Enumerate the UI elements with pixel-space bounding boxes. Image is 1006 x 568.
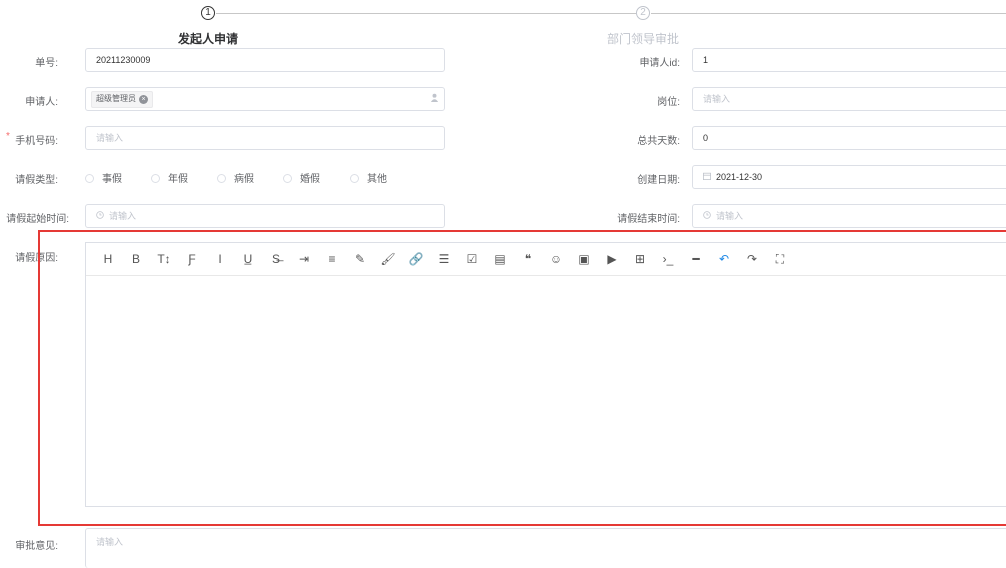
radio-label: 其他 — [367, 174, 387, 185]
applicant-tag-label: 超级管理员 — [96, 94, 136, 104]
radio-sick-leave[interactable]: 病假 — [217, 170, 254, 185]
end-time-label: 请假结束时间: — [617, 214, 680, 225]
radio-personal-leave[interactable]: 事假 — [85, 170, 122, 185]
start-time-label: 请假起始时间: — [6, 214, 69, 225]
editor-toolbar: H B T↕ Ƒ I U̲ S̶ ⇥ ≡ ✎ 🖌 🔗 ☰ ☑ ▤ ❝ ☺ ▣ ▶ ⊞ ›_ ━ ↶ ↷ ⛶ — [86, 243, 1006, 276]
phone-input[interactable]: 请输入 — [85, 126, 445, 150]
applicant-id-label: 申请人id: — [639, 58, 680, 69]
position-input[interactable]: 请输入 — [692, 87, 1006, 111]
emoji-icon[interactable]: ☺ — [547, 251, 565, 267]
total-days-label: 总共天数: — [637, 136, 680, 147]
start-time-picker[interactable]: 请输入 — [85, 204, 445, 228]
step-1-title: 发起人申请 — [178, 32, 239, 46]
editor-content-area[interactable] — [86, 276, 1006, 506]
radio-circle-icon[interactable] — [151, 173, 160, 183]
font-size-icon[interactable]: T↕ — [155, 251, 173, 267]
link-icon[interactable]: 🔗 — [407, 251, 425, 267]
order-no-input[interactable]: 20211230009 — [85, 48, 445, 72]
user-icon[interactable] — [430, 88, 439, 110]
approval-opinion-label: 审批意见: — [15, 541, 58, 552]
heading-icon[interactable]: H — [99, 251, 117, 267]
radio-label: 病假 — [234, 174, 254, 185]
fullscreen-icon[interactable]: ⛶ — [771, 251, 789, 267]
step-2-title: 部门领导审批 — [607, 32, 680, 46]
position-label: 岗位: — [657, 97, 680, 108]
font-color-icon[interactable]: ✎ — [351, 251, 369, 267]
created-date-label: 创建日期: — [637, 175, 680, 186]
step-connector — [216, 13, 636, 14]
justify-icon[interactable]: ▤ — [491, 251, 509, 267]
applicant-tag: 超级管理员 × — [91, 91, 153, 109]
list-icon[interactable]: ☰ — [435, 251, 453, 267]
end-time-picker[interactable]: 请输入 — [692, 204, 1006, 228]
required-mark: * — [6, 131, 10, 142]
radio-circle-icon[interactable] — [350, 173, 359, 183]
step-2-icon: 2 — [636, 6, 650, 20]
video-icon[interactable]: ▶ — [603, 251, 621, 267]
applicant-label: 申请人: — [25, 97, 58, 108]
start-time-placeholder: 请输入 — [109, 211, 137, 221]
clock-icon — [703, 205, 711, 227]
applicant-id-input[interactable]: 1 — [692, 48, 1006, 72]
calendar-icon — [703, 166, 711, 188]
underline-icon[interactable]: U̲ — [239, 251, 257, 267]
undo-icon[interactable]: ↶ — [715, 251, 733, 267]
radio-circle-icon[interactable] — [85, 173, 94, 183]
step-connector-tail — [651, 13, 1006, 14]
indent-icon[interactable]: ⇥ — [295, 251, 313, 267]
phone-label: 手机号码: — [15, 136, 58, 147]
radio-label: 婚假 — [300, 174, 320, 185]
strikethrough-icon[interactable]: S̶ — [267, 251, 285, 267]
line-height-icon[interactable]: ≡ — [323, 251, 341, 267]
total-days-input[interactable]: 0 — [692, 126, 1006, 150]
rich-text-editor: H B T↕ Ƒ I U̲ S̶ ⇥ ≡ ✎ 🖌 🔗 ☰ ☑ ▤ ❝ ☺ ▣ ▶ ⊞ ›_ ━ ↶ ↷ ⛶ — [85, 242, 1006, 507]
quote-icon[interactable]: ❝ — [519, 251, 537, 267]
redo-icon[interactable]: ↷ — [743, 251, 761, 267]
divider-icon[interactable]: ━ — [687, 251, 705, 267]
radio-circle-icon[interactable] — [217, 173, 226, 183]
created-date-value: 2021-12-30 — [716, 172, 763, 182]
italic-icon[interactable]: I — [211, 251, 229, 267]
bold-icon[interactable]: B — [127, 251, 145, 267]
order-no-label: 单号: — [35, 58, 58, 69]
radio-annual-leave[interactable]: 年假 — [151, 170, 188, 185]
radio-marriage-leave[interactable]: 婚假 — [283, 170, 320, 185]
end-time-placeholder: 请输入 — [716, 211, 744, 221]
clock-icon — [96, 205, 104, 227]
table-icon[interactable]: ⊞ — [631, 251, 649, 267]
radio-label: 年假 — [168, 174, 188, 185]
code-icon[interactable]: ›_ — [659, 251, 677, 267]
leave-type-label: 请假类型: — [15, 175, 58, 186]
tag-close-icon[interactable]: × — [139, 95, 148, 105]
background-color-icon[interactable]: 🖌 — [379, 251, 397, 267]
radio-label: 事假 — [102, 174, 122, 185]
reason-label: 请假原因: — [15, 253, 58, 264]
radio-other-leave[interactable]: 其他 — [350, 170, 387, 185]
font-family-icon[interactable]: Ƒ — [183, 251, 201, 267]
todo-icon[interactable]: ☑ — [463, 251, 481, 267]
step-1-icon: 1 — [201, 6, 215, 20]
created-date-picker[interactable]: 2021-12-30 — [692, 165, 1006, 189]
applicant-select[interactable]: 超级管理员 × — [85, 87, 445, 111]
approval-opinion-textarea[interactable]: 请输入 — [85, 528, 1006, 568]
image-icon[interactable]: ▣ — [575, 251, 593, 267]
radio-circle-icon[interactable] — [283, 173, 292, 183]
